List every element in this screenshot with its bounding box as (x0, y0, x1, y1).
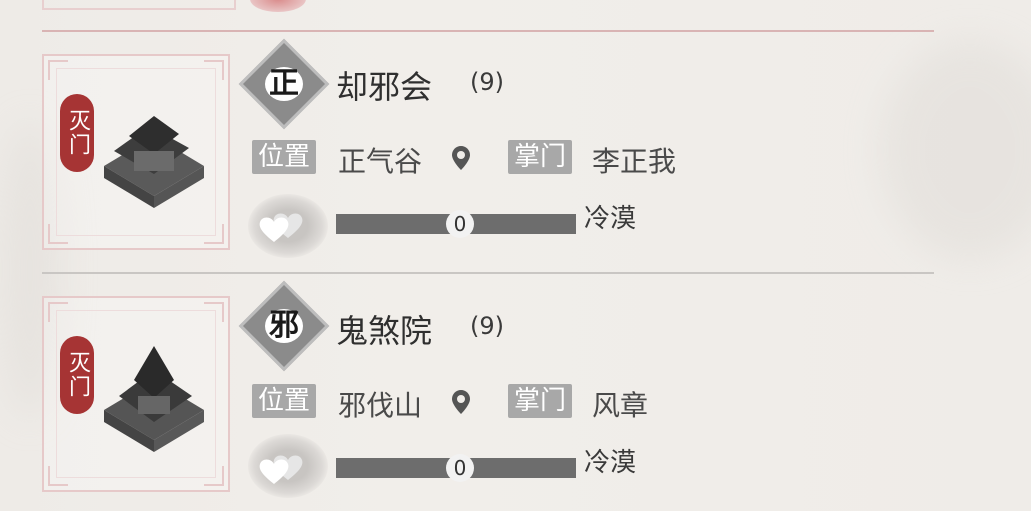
leader-label: 掌门 (508, 384, 573, 418)
sect-name: 鬼煞院 (336, 312, 433, 350)
status-tag: 灭门 (60, 94, 94, 172)
favor-value: 0 (446, 454, 474, 482)
favor-value: 0 (446, 210, 474, 238)
location-value[interactable]: 正气谷 (338, 140, 422, 180)
sect-portrait-frame: 灭门 (42, 296, 230, 492)
leader-value: 李正我 (592, 145, 677, 178)
leader-value: 风章 (592, 389, 649, 422)
leader-label: 掌门 (508, 140, 573, 174)
sect-level: (9) (470, 312, 504, 340)
sect-name: 却邪会 (336, 68, 433, 106)
status-tag: 灭门 (60, 336, 94, 414)
map-pin-icon[interactable] (452, 390, 470, 414)
sect-level: (9) (470, 68, 504, 96)
alignment-badge-label: 邪 (252, 294, 316, 358)
alignment-badge-label: 正 (252, 52, 316, 116)
sect-portrait-frame: 灭门 (42, 54, 230, 250)
hearts-icon (259, 455, 303, 484)
hearts-icon (259, 213, 303, 242)
sect-building-icon (104, 346, 204, 452)
sect-list-item[interactable]: 灭门 正 却邪会 (9) 位置 正气谷 掌门 李正我 0 冷漠 (0, 0, 1031, 258)
map-pin-icon[interactable] (452, 146, 470, 170)
location-label: 位置 (252, 140, 317, 174)
sect-list-item[interactable]: 灭门 邪 鬼煞院 (9) 位置 邪伐山 掌门 风章 0 冷漠 (0, 244, 1031, 498)
attitude-label: 冷漠 (584, 204, 637, 234)
attitude-label: 冷漠 (584, 448, 637, 478)
sect-building-icon (104, 116, 204, 208)
location-label: 位置 (252, 384, 317, 418)
location-value[interactable]: 邪伐山 (338, 384, 422, 424)
